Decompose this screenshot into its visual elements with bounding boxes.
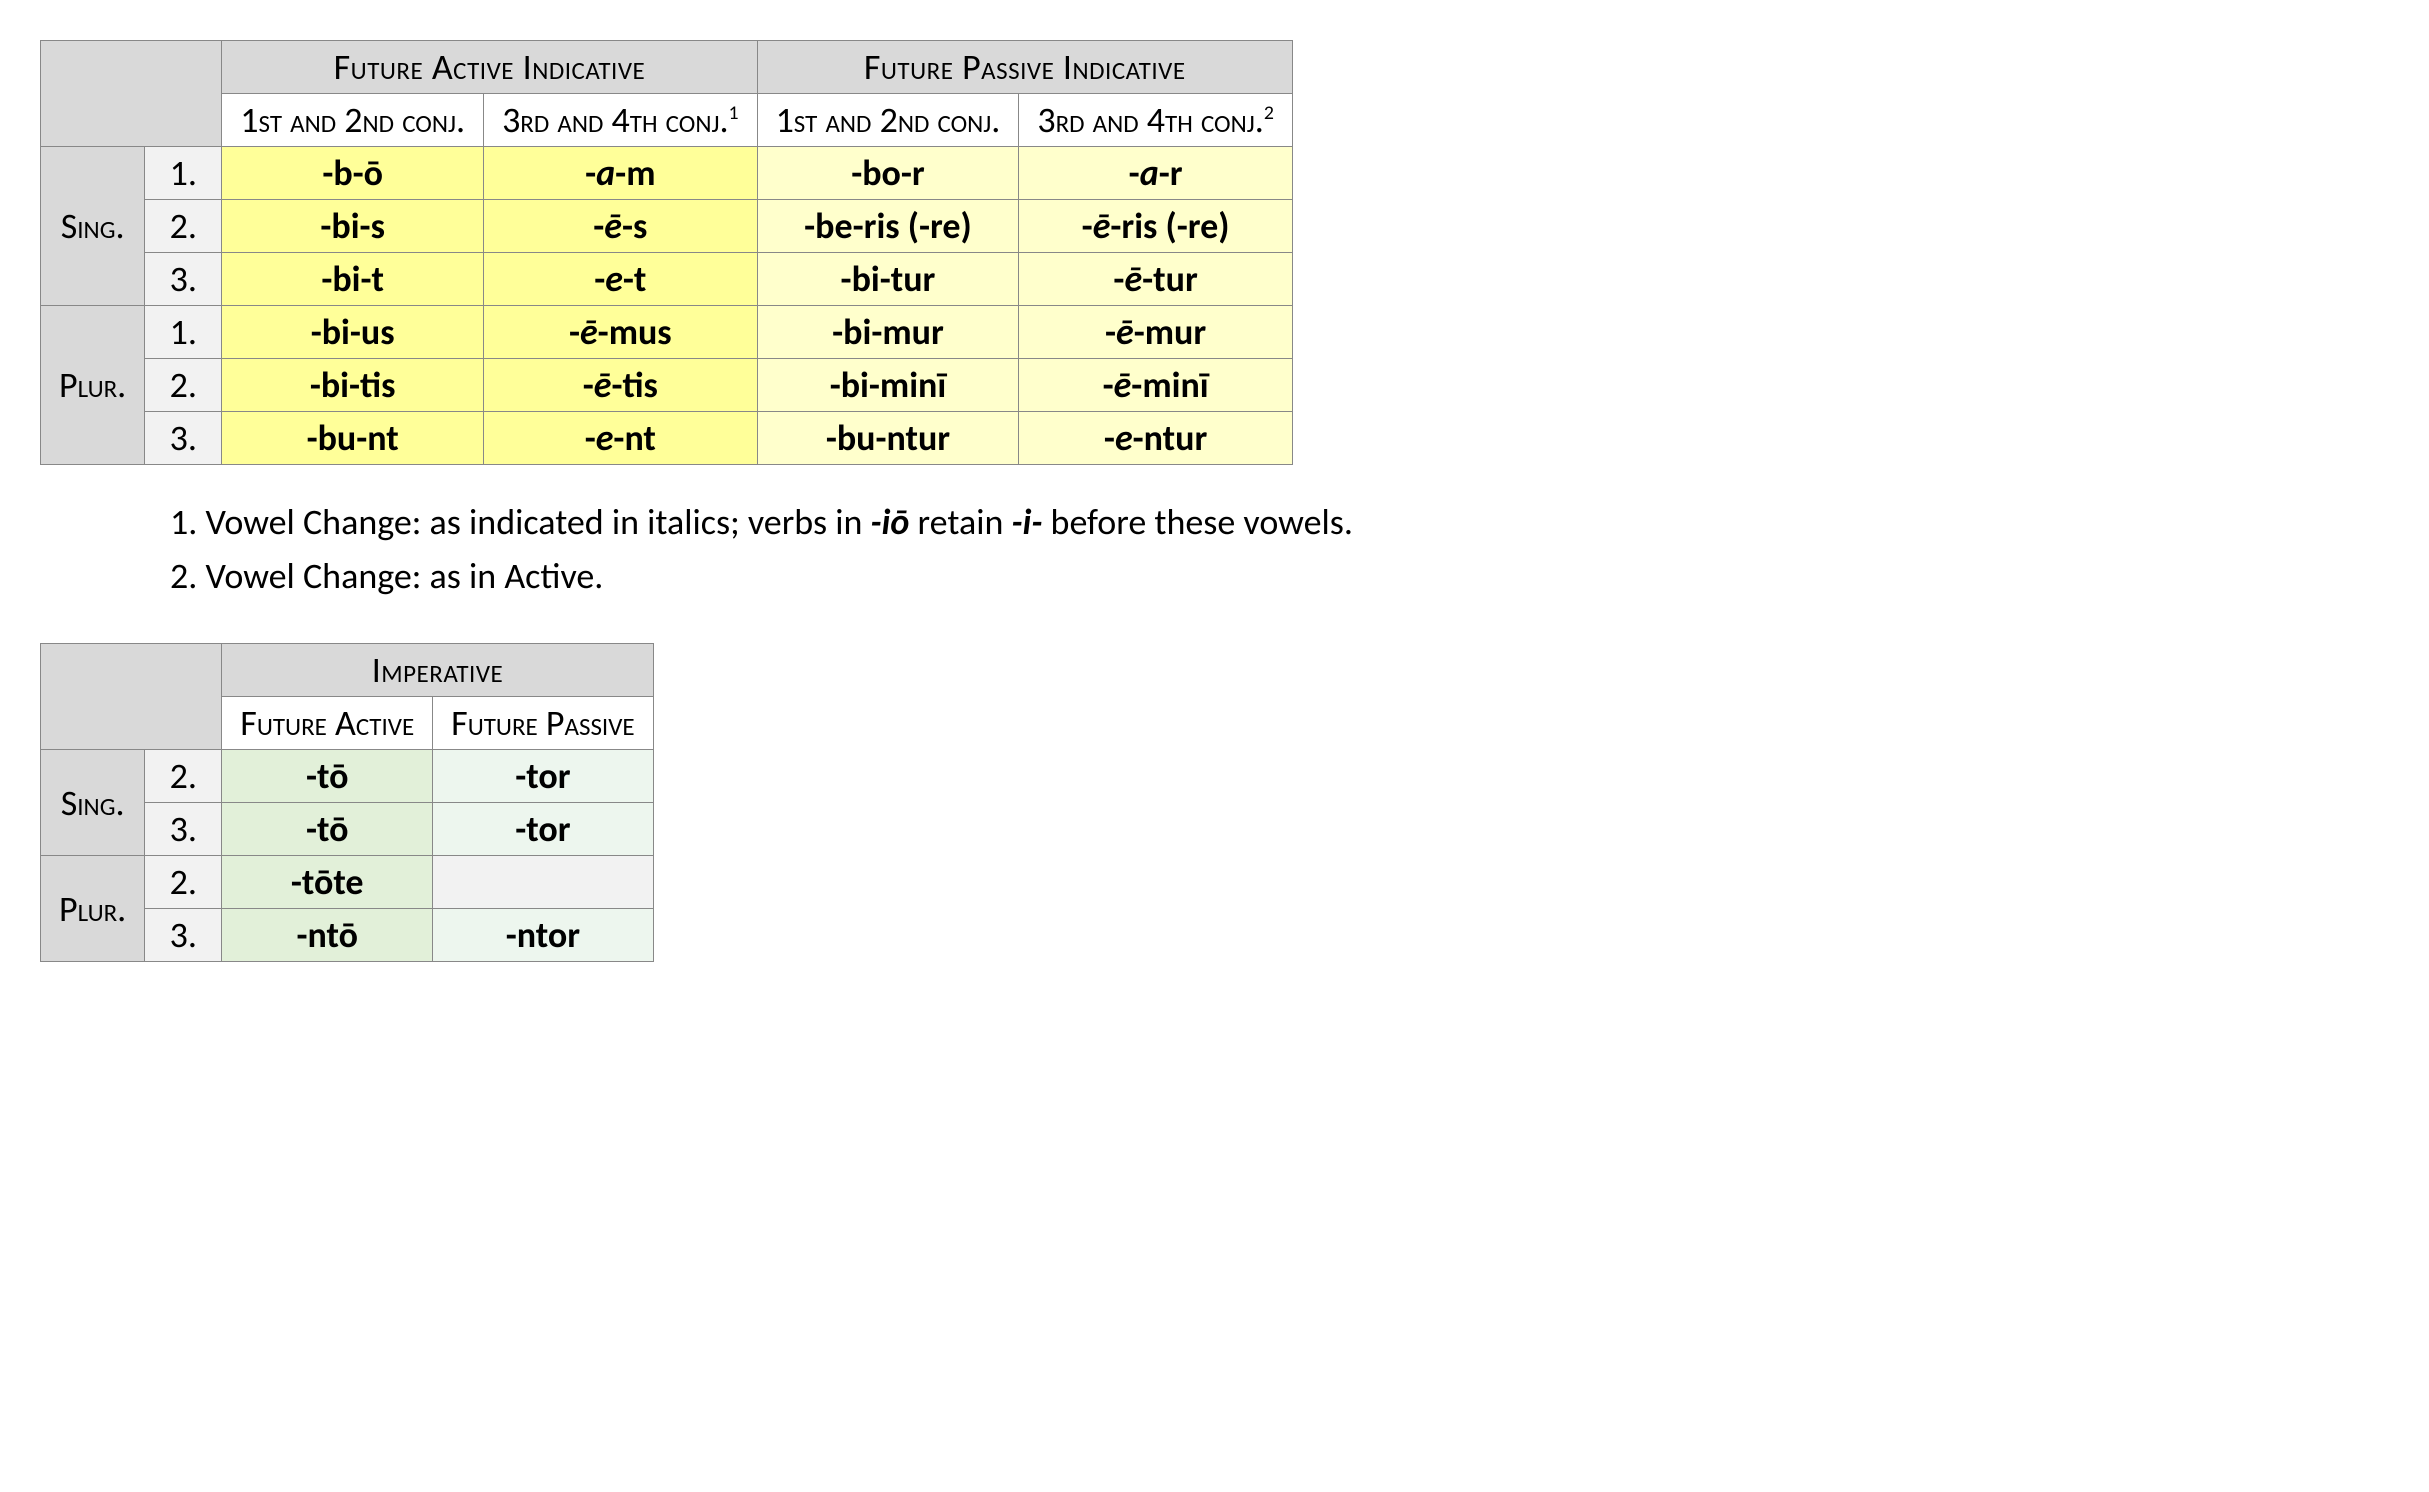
subheader-passive-34: 3rd and 4th conj.2 [1019, 94, 1293, 147]
subheader-active-34: 3rd and 4th conj.1 [484, 94, 758, 147]
person-label: 3. [145, 803, 222, 856]
table-row: 3. -bu-nt -e-nt -bu-ntur -e-ntur [41, 412, 1293, 465]
person-label: 1. [145, 306, 222, 359]
ending-cell: -bi-minī [757, 359, 1019, 412]
ending-cell: -b-ō [222, 147, 484, 200]
table-row: Plur. 1. -bi-us -ē-mus -bi-mur -ē-mur [41, 306, 1293, 359]
ending-cell: -ē-tis [484, 359, 758, 412]
footnote-1: 1. Vowel Change: as indicated in italics… [170, 495, 2389, 549]
ending-cell: -bu-nt [222, 412, 484, 465]
corner-cell [41, 644, 222, 750]
subheader-future-active: Future Active [222, 697, 433, 750]
header-imperative: Imperative [222, 644, 653, 697]
table-row: 3. -bi-t -e-t -bi-tur -ē-tur [41, 253, 1293, 306]
row-group-sing: Sing. [41, 147, 145, 306]
ending-cell: -be-ris (-re) [757, 200, 1019, 253]
ending-cell: -tor [433, 750, 653, 803]
table-row: Sing. 2. -tō -tor [41, 750, 654, 803]
person-label: 2. [145, 856, 222, 909]
footnote-ref-2: 2 [1264, 101, 1274, 125]
ending-cell: -a-m [484, 147, 758, 200]
person-label: 2. [145, 359, 222, 412]
ending-cell: -ntō [222, 909, 433, 962]
ending-cell: -ē-minī [1019, 359, 1293, 412]
row-group-sing: Sing. [41, 750, 145, 856]
ending-cell: -e-nt [484, 412, 758, 465]
person-label: 3. [145, 412, 222, 465]
subheader-passive-12: 1st and 2nd conj. [757, 94, 1019, 147]
row-group-plur: Plur. [41, 306, 145, 465]
footnote-2: 2. Vowel Change: as in Active. [170, 549, 2389, 603]
ending-cell: -ē-s [484, 200, 758, 253]
ending-cell: -bu-ntur [757, 412, 1019, 465]
ending-cell: -bo-r [757, 147, 1019, 200]
ending-cell: -ē-mur [1019, 306, 1293, 359]
person-label: 1. [145, 147, 222, 200]
table-row: Plur. 2. -tōte [41, 856, 654, 909]
person-label: 2. [145, 200, 222, 253]
footnotes: 1. Vowel Change: as indicated in italics… [170, 495, 2389, 603]
footnote-ref-1: 1 [729, 101, 739, 125]
header-future-active: Future Active Indicative [222, 41, 757, 94]
header-future-passive: Future Passive Indicative [757, 41, 1292, 94]
subheader-text: 3rd and 4th conj. [1037, 98, 1263, 142]
ending-cell: -bi-mur [757, 306, 1019, 359]
ending-cell: -bi-tur [757, 253, 1019, 306]
ending-cell: -bi-s [222, 200, 484, 253]
ending-cell: -tor [433, 803, 653, 856]
person-label: 3. [145, 253, 222, 306]
corner-cell [41, 41, 222, 147]
table-row: Sing. 1. -b-ō -a-m -bo-r -a-r [41, 147, 1293, 200]
table-row: 2. -bi-tis -ē-tis -bi-minī -ē-minī [41, 359, 1293, 412]
ending-cell: -tō [222, 803, 433, 856]
subheader-active-12: 1st and 2nd conj. [222, 94, 484, 147]
ending-cell: -bi-t [222, 253, 484, 306]
ending-cell: -tō [222, 750, 433, 803]
row-group-plur: Plur. [41, 856, 145, 962]
ending-cell: -a-r [1019, 147, 1293, 200]
ending-cell: -bi-tis [222, 359, 484, 412]
subheader-text: 3rd and 4th conj. [502, 98, 728, 142]
ending-cell: -ntor [433, 909, 653, 962]
ending-cell: -tōte [222, 856, 433, 909]
table-row: 2. -bi-s -ē-s -be-ris (-re) -ē-ris (-re) [41, 200, 1293, 253]
future-indicative-table: Future Active Indicative Future Passive … [40, 40, 1293, 465]
imperative-table: Imperative Future Active Future Passive … [40, 643, 654, 962]
ending-cell: -ē-mus [484, 306, 758, 359]
empty-cell [433, 856, 653, 909]
person-label: 2. [145, 750, 222, 803]
ending-cell: -e-ntur [1019, 412, 1293, 465]
ending-cell: -ē-ris (-re) [1019, 200, 1293, 253]
ending-cell: -bi-us [222, 306, 484, 359]
person-label: 3. [145, 909, 222, 962]
ending-cell: -e-t [484, 253, 758, 306]
subheader-future-passive: Future Passive [433, 697, 653, 750]
ending-cell: -ē-tur [1019, 253, 1293, 306]
